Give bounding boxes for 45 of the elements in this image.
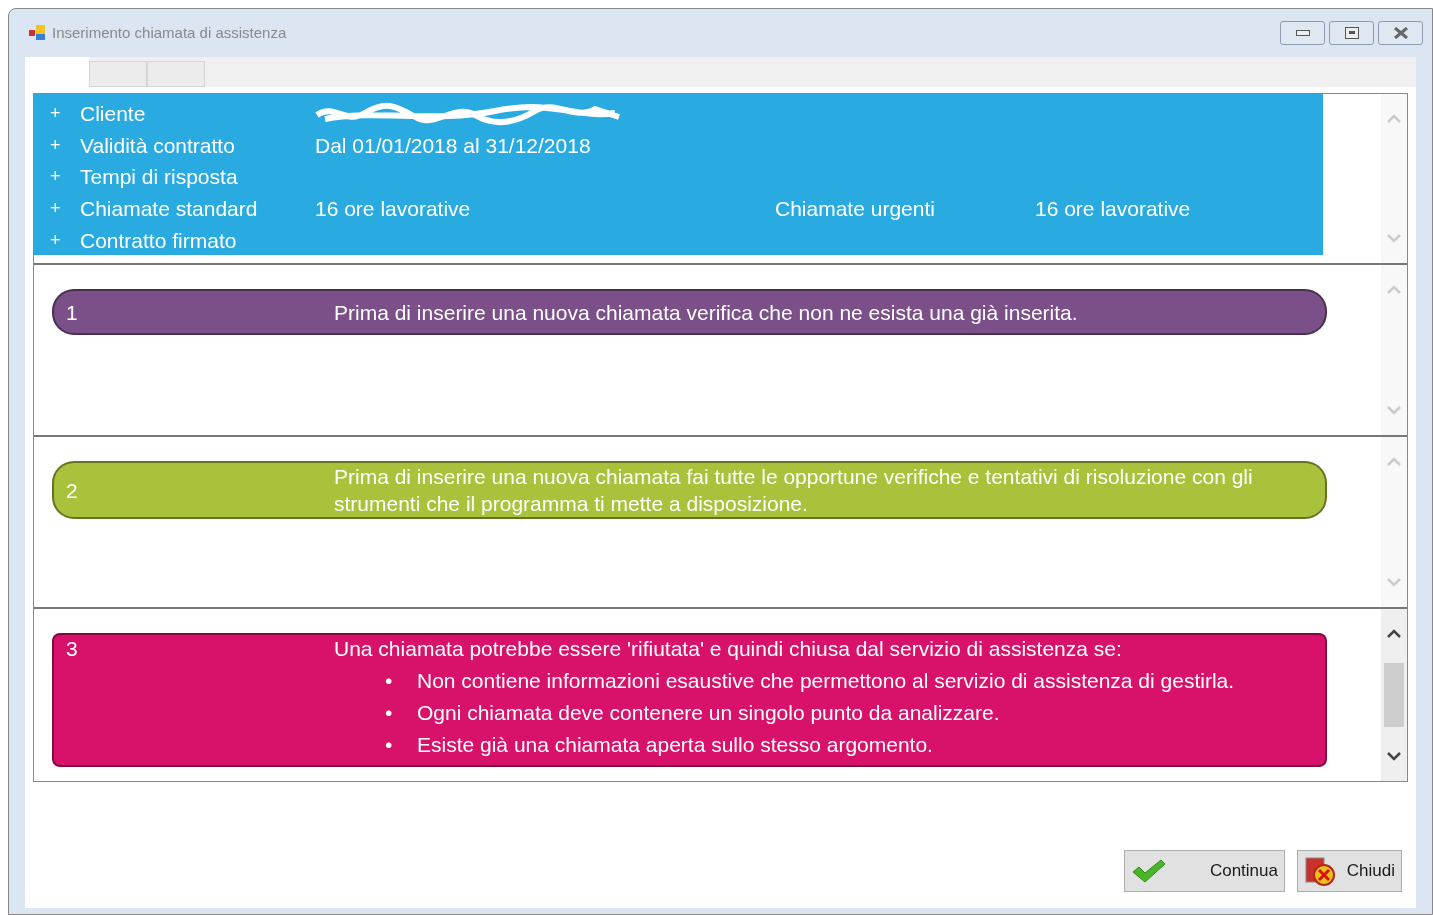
field-value: Dal 01/01/2018 al 31/12/2018: [315, 132, 592, 159]
notice-text: Prima di inserire una nuova chiamata fai tutte le opportune verifiche e tentativi di risoluzione con gli strumenti che il programma ti mette a disposizione.: [334, 464, 1254, 517]
scroll-up-icon[interactable]: [1386, 629, 1402, 639]
bullet-text: Esiste già una chiamata aperta sullo stesso argomento.: [417, 732, 933, 758]
maximize-button[interactable]: [1329, 21, 1374, 45]
scroll-thumb[interactable]: [1384, 663, 1404, 727]
minimize-button[interactable]: [1280, 21, 1325, 45]
close-button[interactable]: [1378, 21, 1423, 45]
field-label: Contratto firmato: [80, 227, 238, 254]
bullet-text: Ogni chiamata deve contenere un singolo punto da analizzare.: [417, 700, 1000, 726]
field-label: Chiamate urgenti: [775, 196, 936, 223]
expand-toggle[interactable]: +: [50, 193, 80, 225]
tab[interactable]: [25, 57, 89, 87]
scrollbar[interactable]: [1381, 609, 1407, 781]
tab[interactable]: [147, 61, 205, 87]
app-icon: [28, 24, 46, 42]
notice-number: 3: [65, 636, 79, 662]
field-value: 16 ore lavorative: [315, 196, 472, 223]
expand-toggle[interactable]: +: [50, 161, 80, 194]
notice-text: Una chiamata potrebbe essere 'rifiutata' e quindi chiusa dal servizio di assistenza se:: [334, 636, 1123, 662]
minimize-icon: [1295, 30, 1310, 36]
close-icon: [1392, 27, 1409, 39]
close-folder-icon: [1304, 855, 1338, 887]
continue-button[interactable]: Continua: [1124, 850, 1285, 892]
expand-toggle[interactable]: +: [50, 98, 80, 130]
expand-toggle[interactable]: +: [50, 224, 80, 257]
close-button[interactable]: Chiudi: [1297, 850, 1402, 892]
notice-number: 2: [65, 477, 79, 504]
notice-number: 1: [65, 299, 79, 326]
field-label: Tempi di risposta: [80, 164, 239, 191]
maximize-icon: [1344, 27, 1359, 39]
window-title: Inserimento chiamata di assistenza: [52, 22, 287, 43]
tab[interactable]: [89, 61, 147, 87]
bullet-marker: •: [384, 700, 394, 726]
field-label: Chiamate standard: [80, 196, 259, 223]
checkmark-icon: [1131, 858, 1167, 884]
field-label: Cliente: [80, 101, 147, 127]
bullet-marker: •: [384, 732, 394, 758]
bullet-text: Non contiene informazioni esaustive che permettono al servizio di assistenza di gestirla.: [417, 668, 1235, 694]
bullet-marker: •: [384, 668, 394, 694]
field-value: 16 ore lavorative: [1035, 196, 1191, 223]
scroll-down-icon[interactable]: [1386, 751, 1402, 761]
field-label: Validità contratto: [80, 132, 236, 159]
expand-toggle[interactable]: +: [50, 129, 80, 162]
notice-text: Prima di inserire una nuova chiamata verifica che non ne esista una già inserita.: [334, 299, 1079, 326]
